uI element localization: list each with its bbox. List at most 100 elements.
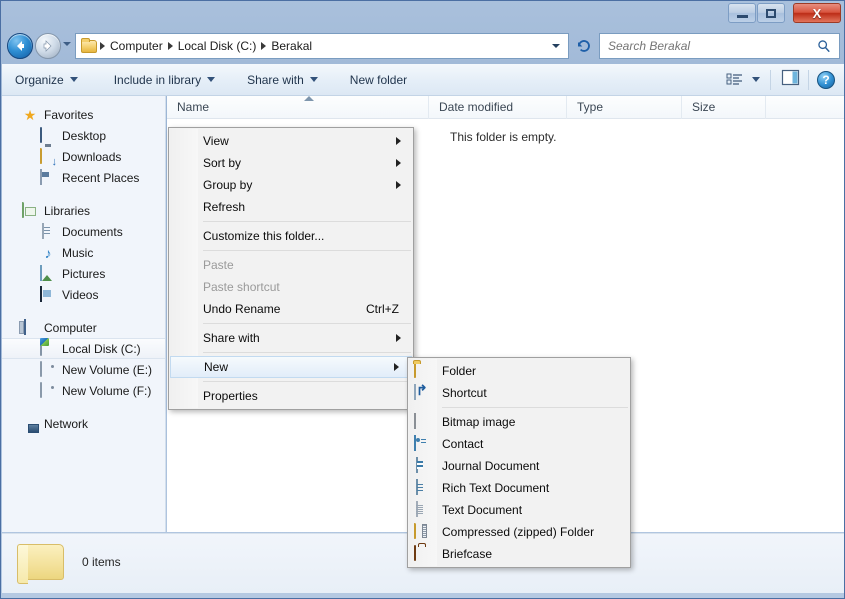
submenu-item-rich-text-document[interactable]: Rich Text Document <box>408 477 630 499</box>
minimize-button[interactable] <box>728 3 756 23</box>
forward-button[interactable] <box>35 33 61 59</box>
sidebar-item-desktop[interactable]: Desktop <box>2 125 165 146</box>
submenu-item-label: Text Document <box>442 503 522 517</box>
sidebar-item-computer[interactable]: Computer <box>2 317 165 338</box>
context-menu-item-view[interactable]: View <box>169 130 413 152</box>
sidebar-item-new-volume-e[interactable]: New Volume (E:) <box>2 359 165 380</box>
toolbar-button-share-with[interactable]: Share with <box>238 69 327 91</box>
maximize-button[interactable] <box>757 3 785 23</box>
column-header-label: Name <box>177 100 209 114</box>
submenu-arrow-icon <box>394 363 399 371</box>
minimize-icon <box>737 15 748 18</box>
sidebar-item-label: Libraries <box>44 205 90 217</box>
sidebar-item-pictures[interactable]: Pictures <box>2 263 165 284</box>
navigation-pane[interactable]: ★ Favorites Desktop Downloads Recent Pla… <box>2 96 166 532</box>
view-chevron-down-icon[interactable] <box>752 77 760 82</box>
rich-text-document-icon <box>416 479 418 495</box>
search-icon <box>817 39 831 53</box>
column-header-name[interactable]: Name <box>167 96 429 119</box>
command-toolbar: Organize Include in library Share with N… <box>2 64 845 96</box>
menu-item-label: Customize this folder... <box>203 229 324 243</box>
submenu-item-briefcase[interactable]: Briefcase <box>408 543 630 565</box>
toolbar-button-new-folder[interactable]: New folder <box>341 69 416 91</box>
breadcrumb-item-computer[interactable]: Computer <box>106 39 167 53</box>
folder-icon <box>414 362 416 378</box>
submenu-item-journal-document[interactable]: Journal Document <box>408 455 630 477</box>
context-menu-item-sort-by[interactable]: Sort by <box>169 152 413 174</box>
close-button[interactable]: X <box>793 3 841 23</box>
search-input[interactable] <box>608 39 808 53</box>
column-header-date-modified[interactable]: Date modified <box>429 96 567 119</box>
refresh-button[interactable] <box>573 35 595 57</box>
sidebar-item-label: Documents <box>62 226 123 238</box>
title-bar: X <box>1 1 845 29</box>
sidebar-item-new-volume-f[interactable]: New Volume (F:) <box>2 380 165 401</box>
sidebar-item-recent-places[interactable]: Recent Places <box>2 167 165 188</box>
show-preview-pane-button[interactable] <box>781 69 800 91</box>
sidebar-item-label: Music <box>62 247 93 259</box>
computer-icon <box>24 319 26 335</box>
sidebar-item-documents[interactable]: Documents <box>2 221 165 242</box>
recent-places-icon <box>40 169 42 185</box>
sidebar-item-label: Favorites <box>44 109 93 121</box>
menu-item-label: Properties <box>203 389 258 403</box>
help-label: ? <box>822 73 829 87</box>
context-menu-item-undo-rename[interactable]: Undo Rename Ctrl+Z <box>169 298 413 320</box>
toolbar-button-organize[interactable]: Organize <box>6 69 87 91</box>
new-submenu[interactable]: Folder Shortcut Bitmap image Contact Jou… <box>407 357 631 568</box>
menu-separator <box>203 323 411 324</box>
column-header-type[interactable]: Type <box>567 96 682 119</box>
context-menu-item-share-with[interactable]: Share with <box>169 327 413 349</box>
star-icon: ★ <box>22 107 38 123</box>
context-menu[interactable]: View Sort by Group by Refresh Customize … <box>168 127 414 410</box>
forward-arrow-icon <box>40 38 56 54</box>
breadcrumb-item-berakal[interactable]: Berakal <box>267 39 316 53</box>
submenu-item-bitmap-image[interactable]: Bitmap image <box>408 411 630 433</box>
sidebar-item-videos[interactable]: Videos <box>2 284 165 305</box>
sidebar-item-music[interactable]: ♪ Music <box>2 242 165 263</box>
help-button[interactable]: ? <box>817 71 835 89</box>
submenu-item-shortcut[interactable]: Shortcut <box>408 382 630 404</box>
breadcrumb-item-local-disk[interactable]: Local Disk (C:) <box>174 39 261 53</box>
breadcrumb-chevron-down-icon[interactable] <box>552 44 560 48</box>
submenu-item-folder[interactable]: Folder <box>408 360 630 382</box>
context-menu-item-customize-this-folder[interactable]: Customize this folder... <box>169 225 413 247</box>
sidebar-item-network[interactable]: Network <box>2 413 165 434</box>
submenu-arrow-icon <box>396 137 401 145</box>
submenu-item-text-document[interactable]: Text Document <box>408 499 630 521</box>
sidebar-item-label: Pictures <box>62 268 105 280</box>
menu-item-label: New <box>204 360 228 374</box>
empty-folder-message: This folder is empty. <box>450 130 556 144</box>
context-menu-item-properties[interactable]: Properties <box>169 385 413 407</box>
search-box[interactable] <box>599 33 840 59</box>
libraries-icon <box>22 202 24 218</box>
toolbar-divider <box>770 70 771 90</box>
menu-separator <box>203 381 411 382</box>
system-drive-icon <box>40 340 42 356</box>
submenu-item-label: Shortcut <box>442 386 487 400</box>
menu-separator <box>203 352 411 353</box>
breadcrumb-folder-icon <box>81 40 97 53</box>
shortcut-icon <box>414 384 416 400</box>
context-menu-item-group-by[interactable]: Group by <box>169 174 413 196</box>
folder-icon <box>24 544 64 580</box>
submenu-item-contact[interactable]: Contact <box>408 433 630 455</box>
menu-item-label: Refresh <box>203 200 245 214</box>
back-button[interactable] <box>7 33 33 59</box>
sidebar-item-downloads[interactable]: Downloads <box>2 146 165 167</box>
sidebar-item-label: Local Disk (C:) <box>62 343 141 355</box>
toolbar-button-include-in-library[interactable]: Include in library <box>105 69 224 91</box>
nav-group-computer: Computer Local Disk (C:) New Volume (E:)… <box>2 317 165 401</box>
context-menu-item-new[interactable]: New <box>170 356 412 378</box>
menu-item-label: Group by <box>203 178 252 192</box>
recent-pages-chevron-down-icon[interactable] <box>63 42 71 46</box>
breadcrumb[interactable]: Computer Local Disk (C:) Berakal <box>75 33 569 59</box>
menu-item-label: View <box>203 134 229 148</box>
sidebar-item-favorites[interactable]: ★ Favorites <box>2 104 165 125</box>
change-view-button[interactable] <box>726 72 744 88</box>
submenu-item-compressed-zipped-folder[interactable]: Compressed (zipped) Folder <box>408 521 630 543</box>
column-header-size[interactable]: Size <box>682 96 766 119</box>
sidebar-item-local-disk-c[interactable]: Local Disk (C:) <box>2 338 165 359</box>
context-menu-item-refresh[interactable]: Refresh <box>169 196 413 218</box>
sidebar-item-libraries[interactable]: Libraries <box>2 200 165 221</box>
